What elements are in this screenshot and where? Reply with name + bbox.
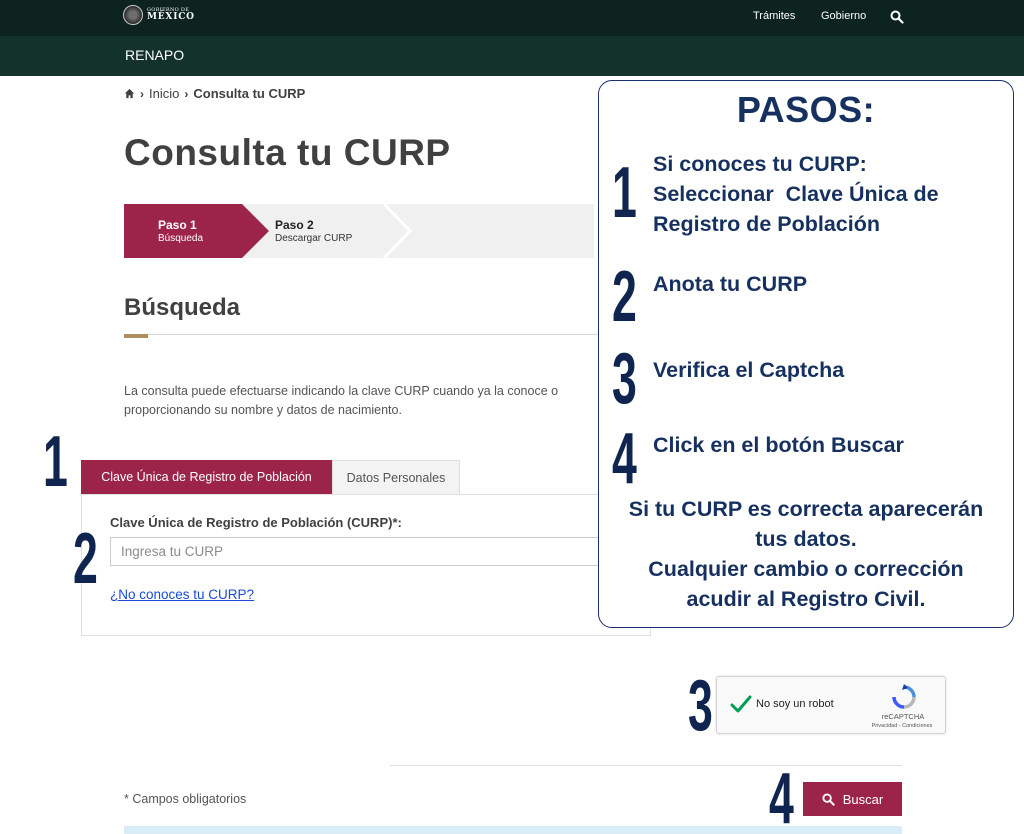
nav-tramites[interactable]: Trámites xyxy=(753,10,795,22)
required-fields-note: * Campos obligatorios xyxy=(124,792,247,806)
tab-datos-personales[interactable]: Datos Personales xyxy=(332,460,460,494)
step-1: Paso 1 Búsqueda xyxy=(124,204,269,258)
pasos-footer-line: tus datos. xyxy=(755,527,857,551)
pasos-number-1: 1 xyxy=(612,153,637,233)
buscar-button-label: Buscar xyxy=(842,791,884,807)
section-title: Búsqueda xyxy=(124,294,241,321)
bottom-divider xyxy=(390,765,902,766)
captcha-label: No soy un robot xyxy=(756,698,834,710)
breadcrumb-current: Consulta tu CURP xyxy=(193,86,306,101)
pasos-step-2-text: Anota tu CURP xyxy=(653,272,808,296)
breadcrumb-inicio[interactable]: Inicio xyxy=(149,86,179,101)
pasos-step-3-text: Verifica el Captcha xyxy=(653,358,845,382)
pasos-panel: PASOS: 1 Si conoces tu CURP: Seleccionar… xyxy=(598,80,1014,628)
section-divider xyxy=(124,334,600,335)
pasos-footer-line: acudir al Registro Civil. xyxy=(686,587,926,611)
breadcrumb-separator: › xyxy=(184,86,189,101)
step-marker-1: 1 xyxy=(43,422,68,502)
pasos-step-1-line: Seleccionar Clave Única de xyxy=(653,182,939,206)
pasos-footer: Si tu CURP es correcta aparecerán tus da… xyxy=(599,494,1013,614)
pasos-number-2: 2 xyxy=(612,257,637,337)
curp-field-label: Clave Única de Registro de Población (CU… xyxy=(110,515,402,530)
step-2-title: Paso 2 xyxy=(275,218,314,232)
pasos-step-1-text: Si conoces tu CURP: Seleccionar Clave Ún… xyxy=(653,149,939,239)
step-2-subtitle: Descargar CURP xyxy=(275,233,353,244)
breadcrumb: › Inicio › Consulta tu CURP xyxy=(124,86,305,101)
seal-icon xyxy=(123,5,143,25)
section-accent-bar xyxy=(124,334,148,338)
buscar-button[interactable]: Buscar xyxy=(803,782,902,816)
pasos-number-3: 3 xyxy=(612,339,637,419)
step-marker-3: 3 xyxy=(688,666,713,746)
recaptcha-widget: No soy un robot reCAPTCHA Privacidad - C… xyxy=(716,676,946,734)
captcha-terms[interactable]: Privacidad - Condiciones xyxy=(859,723,945,729)
gobierno-logo[interactable]: GOBIERNO DE MÉXICO xyxy=(123,5,195,25)
no-conoces-curp-link[interactable]: ¿No conoces tu CURP? xyxy=(110,587,254,602)
step-1-subtitle: Búsqueda xyxy=(158,233,204,244)
pasos-number-4: 4 xyxy=(612,419,637,499)
pasos-title: PASOS: xyxy=(736,89,876,130)
home-icon[interactable] xyxy=(124,88,135,99)
step-marker-4: 4 xyxy=(769,759,794,834)
pasos-footer-line: Si tu CURP es correcta aparecerán xyxy=(628,497,984,521)
step-1-title: Paso 1 xyxy=(158,218,197,232)
captcha-brand: reCAPTCHA xyxy=(881,712,925,721)
checkmark-icon[interactable] xyxy=(730,694,752,714)
tab-clave-unica[interactable]: Clave Única de Registro de Población xyxy=(81,460,332,494)
section-description: La consulta puede efectuarse indicando l… xyxy=(124,384,559,417)
sub-navbar: RENAPO xyxy=(0,36,1024,76)
top-navbar: GOBIERNO DE MÉXICO Trámites Gobierno xyxy=(0,0,1024,36)
pasos-step-1-line: Registro de Población xyxy=(653,212,880,236)
pasos-footer-line: Cualquier cambio o corrección xyxy=(648,557,964,581)
renapo-title[interactable]: RENAPO xyxy=(125,47,184,63)
nav-gobierno[interactable]: Gobierno xyxy=(821,10,866,22)
pasos-step-1-line: Si conoces tu CURP: xyxy=(653,152,867,176)
curp-input[interactable] xyxy=(110,537,610,566)
breadcrumb-separator: › xyxy=(140,86,144,101)
search-icon xyxy=(822,792,835,806)
pasos-step-4-text: Click en el botón Buscar xyxy=(653,433,904,457)
logo-big-text: MÉXICO xyxy=(147,12,195,22)
step-marker-2: 2 xyxy=(73,519,98,599)
page-title: Consulta tu CURP xyxy=(124,132,451,173)
recaptcha-logo-icon xyxy=(892,684,916,709)
steps-indicator: Paso 1 Búsqueda Paso 2 Descargar CURP xyxy=(124,204,594,258)
info-alert-strip xyxy=(124,826,902,834)
search-icon[interactable] xyxy=(890,10,904,24)
step-chevron xyxy=(382,204,412,258)
